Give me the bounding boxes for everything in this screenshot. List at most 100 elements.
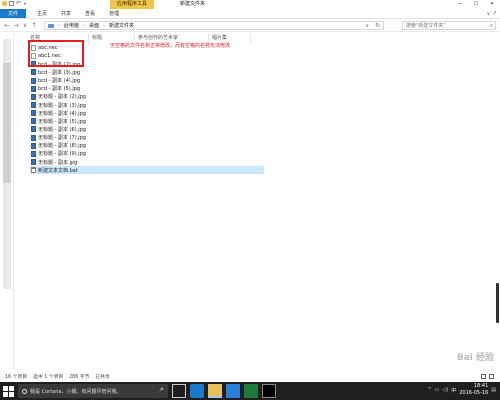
file-name: 无标题 - 副本.jpg xyxy=(38,159,78,166)
maximize-button[interactable]: ☐ xyxy=(468,0,484,9)
search-box[interactable]: ⌕ xyxy=(402,21,496,30)
status-bar: 16 个项目 选中 1 个项目 286 字节 已共享 xyxy=(0,370,500,382)
vertical-scrollbar[interactable] xyxy=(495,33,500,370)
list-item[interactable]: 无标题 - 副本 (4).jpg xyxy=(30,109,270,117)
column-tags[interactable]: 标题 xyxy=(88,34,102,43)
breadcrumb-this-pc[interactable]: 此电脑 xyxy=(64,22,79,29)
image-file-icon xyxy=(31,150,36,157)
breadcrumb-desktop[interactable]: 桌面 xyxy=(89,22,99,29)
list-item[interactable]: 无标题 - 副本 (5).jpg xyxy=(30,117,270,125)
tab-file[interactable]: 文件 xyxy=(0,9,27,18)
file-name: 无标题 - 副本 (3).jpg xyxy=(38,102,86,109)
image-file-icon xyxy=(31,142,36,149)
batch-file-icon xyxy=(31,167,36,174)
up-button[interactable]: ↑ xyxy=(30,21,38,30)
recent-locations-button[interactable]: ∨ xyxy=(21,21,29,30)
volume-icon[interactable]: ◁) xyxy=(442,387,448,393)
column-divider xyxy=(250,34,254,43)
scrollbar-thumb[interactable] xyxy=(496,283,499,323)
tab-view[interactable]: 查看 xyxy=(78,9,102,18)
file-name: bcd - 副本 (4).jpg xyxy=(38,78,81,85)
file-name: 无标题 - 副本 (5).jpg xyxy=(38,118,86,125)
tab-home[interactable]: 主页 xyxy=(30,9,54,18)
watermark-logo: Bai 经验 xyxy=(456,353,494,363)
cortana-icon xyxy=(22,388,27,394)
navigation-pane[interactable] xyxy=(0,33,14,370)
computer-icon xyxy=(48,23,54,28)
list-item[interactable]: 无标题 - 副本 (2).jpg xyxy=(30,93,270,101)
window-title: 新建文件夹 xyxy=(180,1,206,7)
tab-manage[interactable]: 管理 xyxy=(102,9,126,18)
details-view-icon[interactable] xyxy=(481,373,486,379)
search-icon[interactable]: ⌕ xyxy=(490,22,493,29)
file-name: 无标题 - 副本 (2).jpg xyxy=(38,94,86,101)
list-item[interactable]: 无标题 - 副本.jpg xyxy=(30,158,270,166)
list-item[interactable]: bcd - 副本 (4).jpg xyxy=(30,77,270,85)
large-icons-view-icon[interactable] xyxy=(489,373,494,379)
file-name: 新建文本文档.bat xyxy=(38,167,78,174)
selected-size: 286 字节 xyxy=(69,374,90,380)
help-icon[interactable]: ? xyxy=(493,11,496,17)
refresh-icon[interactable]: ↻ xyxy=(375,22,380,30)
image-file-icon xyxy=(31,77,36,84)
start-button[interactable] xyxy=(2,385,14,397)
expand-ribbon-icon[interactable]: ∨ xyxy=(487,11,491,17)
title-bar: ↶ ▾ 应用程序工具 新建文件夹 — ☐ ✕ xyxy=(0,0,500,9)
store-icon[interactable] xyxy=(226,384,240,398)
highlight-box xyxy=(28,40,84,67)
tab-share[interactable]: 共享 xyxy=(54,9,78,18)
system-tray: ^ ▭ ◁) 中 18:41 2016-05-16 ▤ xyxy=(427,383,496,397)
file-name: 无标题 - 副本 (9).jpg xyxy=(38,151,86,158)
list-item[interactable]: 无标题 - 副本 (3).jpg xyxy=(30,101,270,109)
command-prompt-icon[interactable] xyxy=(262,384,276,398)
taskbar-apps xyxy=(172,384,276,398)
file-name: bcd - 副本 (5).jpg xyxy=(38,86,81,93)
contextual-tab-label[interactable]: 应用程序工具 xyxy=(110,0,154,9)
customize-toolbar-icon[interactable]: ▾ xyxy=(24,1,27,6)
list-item[interactable]: bcd - 副本 (5).jpg xyxy=(30,85,270,93)
file-explorer-icon[interactable] xyxy=(208,384,222,398)
list-item[interactable]: 无标题 - 副本 (9).jpg xyxy=(30,150,270,158)
input-method-indicator[interactable]: 中 xyxy=(451,387,456,394)
quick-access-toolbar: ↶ ▾ xyxy=(2,1,27,7)
list-item-selected[interactable]: 新建文本文档.bat xyxy=(30,166,264,175)
file-name: 无标题 - 副本 (8).jpg xyxy=(38,143,86,150)
address-bar[interactable]: › 此电脑 › 桌面 › 新建文件夹 ∨ ↻ xyxy=(44,21,384,30)
edge-browser-icon[interactable] xyxy=(190,384,204,398)
item-count: 16 个项目 xyxy=(5,374,28,380)
nav-scrollbar-thumb[interactable] xyxy=(3,63,11,183)
image-file-icon xyxy=(31,134,36,141)
network-icon[interactable]: ▭ xyxy=(435,387,440,393)
task-view-icon[interactable] xyxy=(172,384,186,398)
image-file-icon xyxy=(31,85,36,92)
image-file-icon xyxy=(31,101,36,108)
image-file-icon xyxy=(31,93,36,100)
forward-button[interactable]: → xyxy=(12,21,20,30)
search-input[interactable] xyxy=(403,22,487,29)
close-button[interactable]: ✕ xyxy=(484,0,500,9)
undo-icon[interactable]: ↶ xyxy=(16,1,22,7)
column-headers: 名称 标题 参与创作的艺术家 唱片集 xyxy=(30,34,500,43)
chevron-down-icon[interactable]: ∨ xyxy=(365,23,369,29)
excel-icon[interactable] xyxy=(244,384,258,398)
file-name: bcd - 副本 (3).jpg xyxy=(38,69,81,76)
folder-icon[interactable] xyxy=(2,1,7,6)
cortana-prompt: 我是 Cortana，小娜。有问题尽管问我。 xyxy=(30,388,122,395)
list-item[interactable]: 无标题 - 副本 (6).jpg xyxy=(30,125,270,133)
navigation-bar: ← → ∨ ↑ › 此电脑 › 桌面 › 新建文件夹 ∨ ↻ ⌕ xyxy=(0,19,500,32)
show-hidden-icons-icon[interactable]: ^ xyxy=(427,387,431,393)
share-status: 已共享 xyxy=(95,374,110,380)
selected-count: 选中 1 个项目 xyxy=(33,374,64,380)
back-button[interactable]: ← xyxy=(3,21,11,30)
list-item[interactable]: 无标题 - 副本 (8).jpg xyxy=(30,142,270,150)
properties-icon[interactable] xyxy=(9,1,14,6)
windows-logo-icon xyxy=(2,391,8,397)
list-item[interactable]: 无标题 - 副本 (7).jpg xyxy=(30,134,270,142)
minimize-button[interactable]: — xyxy=(452,0,468,9)
microphone-icon[interactable]: 🎤 xyxy=(158,388,164,394)
notification-icon[interactable]: ▤ xyxy=(491,387,496,393)
cortana-search-box[interactable]: 我是 Cortana，小娜。有问题尽管问我。 🎤 xyxy=(18,384,168,398)
breadcrumb-new-folder[interactable]: 新建文件夹 xyxy=(109,22,134,29)
clock[interactable]: 18:41 2016-05-16 xyxy=(459,383,488,397)
list-item[interactable]: bcd - 副本 (3).jpg xyxy=(30,68,270,76)
